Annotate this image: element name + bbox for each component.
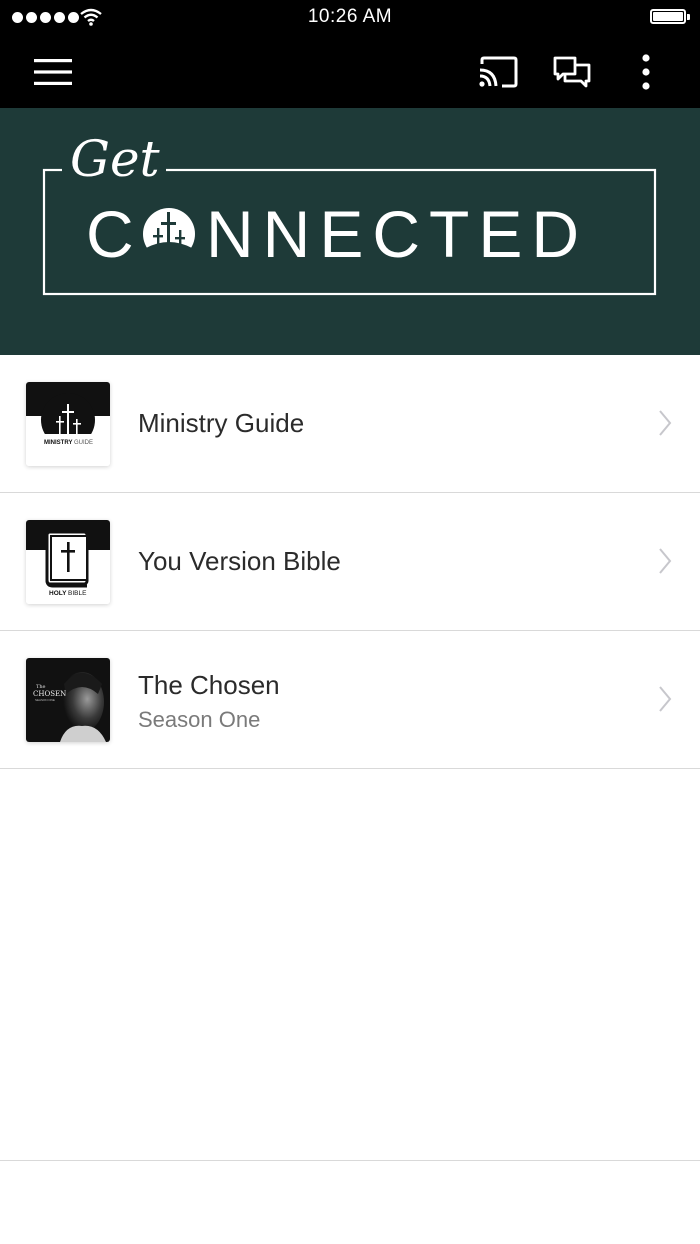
battery-icon <box>650 9 690 24</box>
list-item-you-version-bible[interactable]: HOLY BIBLE You Version Bible <box>0 493 700 631</box>
chat-bubbles-icon <box>553 56 591 88</box>
get-connected-graphic: Get C NNECTED <box>42 130 657 296</box>
status-bar: 10:26 AM <box>0 0 700 36</box>
cast-icon <box>479 56 518 88</box>
thumb-caption: GUIDE <box>74 440 93 446</box>
chevron-right-icon <box>659 548 672 574</box>
holy-bible-thumbnail: HOLY BIBLE <box>26 520 110 604</box>
list-item-the-chosen[interactable]: The CHOSEN SEASON ONE The Chosen Season … <box>0 631 700 769</box>
chevron-right-icon <box>659 410 672 436</box>
bottom-divider <box>0 1160 700 1161</box>
thumb-caption: SEASON ONE <box>35 698 55 702</box>
banner-script-text: Get <box>70 130 161 188</box>
status-time: 10:26 AM <box>307 6 393 27</box>
link-list: MINISTRY GUIDE Ministry Guide HOLY BIBLE… <box>0 355 700 769</box>
thumb-caption: BIBLE <box>68 590 87 597</box>
the-chosen-thumbnail: The CHOSEN SEASON ONE <box>26 658 110 742</box>
more-options-button[interactable] <box>620 36 672 108</box>
banner-title-c: C <box>86 197 143 271</box>
item-subtitle: Season One <box>138 707 261 732</box>
get-connected-banner: Get C NNECTED <box>0 108 700 355</box>
item-title: You Version Bible <box>138 546 341 576</box>
more-vertical-icon <box>642 54 650 90</box>
thumb-caption: MINISTRY <box>44 440 72 446</box>
messages-button[interactable] <box>542 36 602 108</box>
top-navigation-bar <box>0 36 700 108</box>
cast-button[interactable] <box>468 36 528 108</box>
banner-title-rest: NNECTED <box>206 197 588 271</box>
thumb-caption: CHOSEN <box>33 690 66 698</box>
menu-button[interactable] <box>22 36 84 108</box>
chevron-right-icon <box>659 686 672 712</box>
ministry-guide-thumbnail: MINISTRY GUIDE <box>26 382 110 466</box>
hamburger-menu-icon <box>34 59 72 85</box>
thumb-caption: HOLY <box>49 590 67 597</box>
item-title: The Chosen <box>138 670 280 700</box>
crosses-emblem-icon <box>143 208 195 260</box>
list-item-ministry-guide[interactable]: MINISTRY GUIDE Ministry Guide <box>0 355 700 493</box>
item-title: Ministry Guide <box>138 408 305 438</box>
